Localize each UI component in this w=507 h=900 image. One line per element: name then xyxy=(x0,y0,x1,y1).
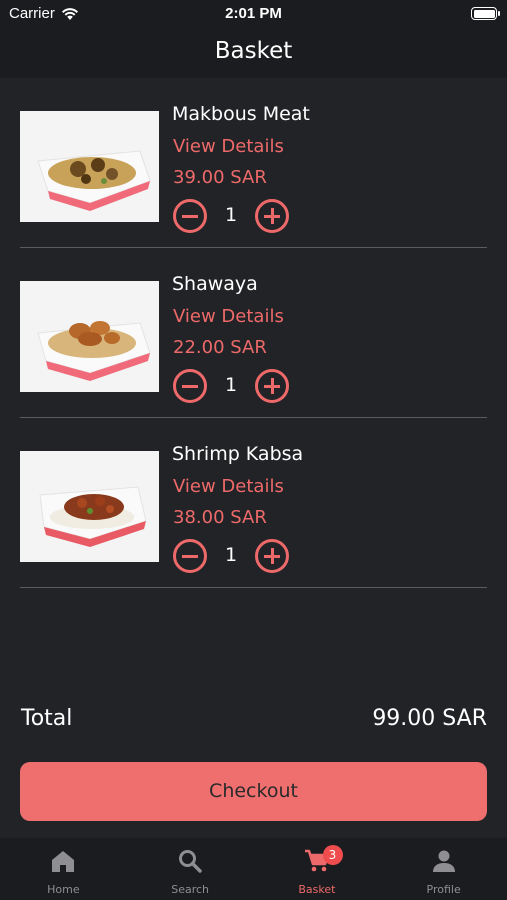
food-tray-image xyxy=(20,451,159,562)
plus-icon[interactable] xyxy=(255,369,289,403)
minus-icon[interactable] xyxy=(173,199,207,233)
basket-item: Shrimp Kabsa View Details 38.00 SAR 1 xyxy=(20,418,487,588)
quantity-stepper: 1 xyxy=(173,369,293,403)
item-price: 22.00 SAR xyxy=(173,337,267,358)
tab-label: Search xyxy=(171,883,210,896)
tab-search[interactable]: Search xyxy=(127,838,254,900)
food-tray-image xyxy=(20,281,159,392)
basket-item: Makbous Meat View Details 39.00 SAR 1 xyxy=(20,78,487,248)
status-time: 2:01 PM xyxy=(225,5,282,22)
view-details-link[interactable]: View Details xyxy=(173,476,284,497)
quantity-value: 1 xyxy=(224,544,238,566)
item-price: 39.00 SAR xyxy=(173,167,267,188)
plus-icon[interactable] xyxy=(255,539,289,573)
minus-icon[interactable] xyxy=(173,369,207,403)
view-details-link[interactable]: View Details xyxy=(173,306,284,327)
quantity-value: 1 xyxy=(224,374,238,396)
item-image[interactable] xyxy=(20,451,159,562)
item-image[interactable] xyxy=(20,111,159,222)
tab-label: Basket xyxy=(298,883,336,896)
total-value: 99.00 SAR xyxy=(372,706,487,731)
page-title: Basket xyxy=(0,28,507,78)
checkout-button[interactable]: Checkout xyxy=(20,762,487,821)
status-bar: Carrier 2:01 PM xyxy=(0,0,507,28)
total-label: Total xyxy=(21,706,73,731)
item-name: Shawaya xyxy=(172,273,258,295)
item-image[interactable] xyxy=(20,281,159,392)
tab-profile[interactable]: Profile xyxy=(380,838,507,900)
tab-bar: Home Search 3 Basket Profile xyxy=(0,838,507,900)
tab-home[interactable]: Home xyxy=(0,838,127,900)
tab-label: Profile xyxy=(426,883,461,896)
search-icon xyxy=(179,850,202,873)
view-details-link[interactable]: View Details xyxy=(173,136,284,157)
quantity-stepper: 1 xyxy=(173,199,293,233)
basket-list: Makbous Meat View Details 39.00 SAR 1 Sh… xyxy=(0,78,507,588)
tab-basket[interactable]: 3 Basket xyxy=(254,838,381,900)
person-icon xyxy=(432,850,455,872)
home-icon xyxy=(52,851,75,872)
battery-icon xyxy=(471,7,500,20)
food-tray-image xyxy=(20,111,159,222)
quantity-stepper: 1 xyxy=(173,539,293,573)
tab-label: Home xyxy=(47,883,80,896)
cart-count-badge: 3 xyxy=(322,845,343,865)
minus-icon[interactable] xyxy=(173,539,207,573)
plus-icon[interactable] xyxy=(255,199,289,233)
quantity-value: 1 xyxy=(224,204,238,226)
basket-item: Shawaya View Details 22.00 SAR 1 xyxy=(20,248,487,418)
item-price: 38.00 SAR xyxy=(173,507,267,528)
item-name: Shrimp Kabsa xyxy=(172,443,304,465)
item-name: Makbous Meat xyxy=(172,103,310,125)
